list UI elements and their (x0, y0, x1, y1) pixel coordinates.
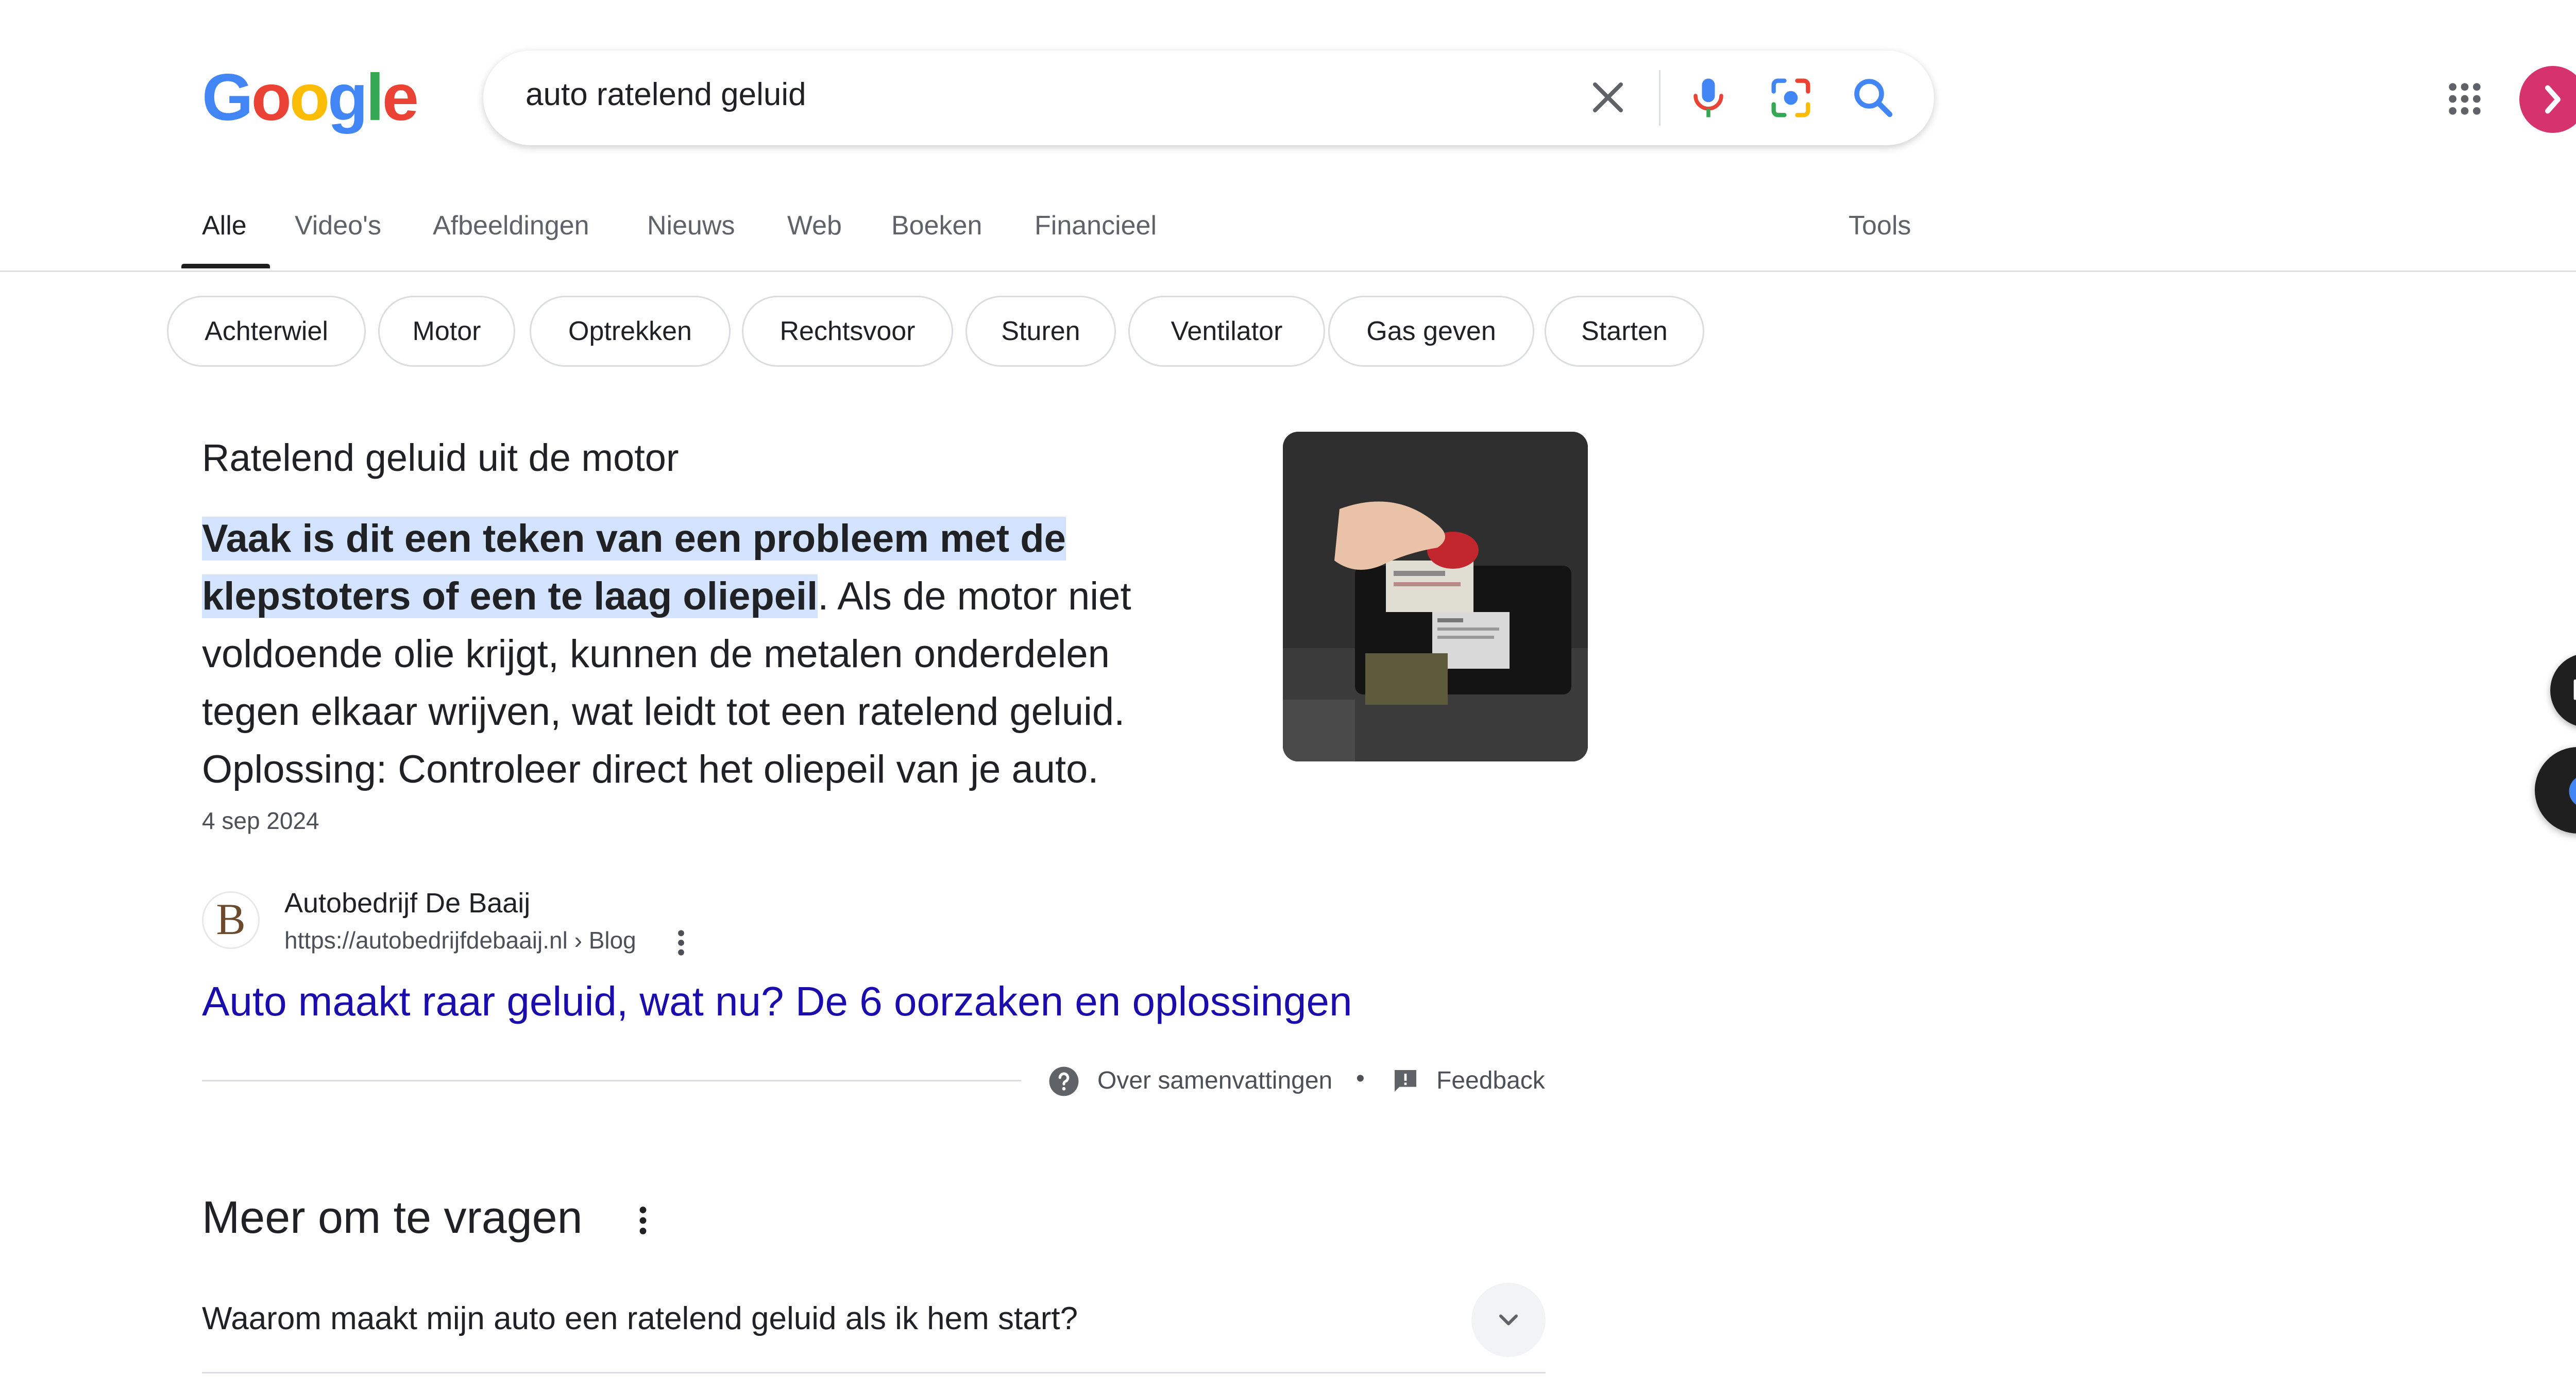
chip-starten[interactable]: Starten (1545, 296, 1704, 367)
more-vert-icon[interactable] (670, 926, 692, 959)
more-vert-icon[interactable] (632, 1202, 654, 1239)
help-icon[interactable] (1048, 1065, 1080, 1097)
snippet-image[interactable] (1283, 432, 1588, 761)
feedback-link[interactable]: Feedback (1436, 1066, 1545, 1095)
snippet-highlight: klepstoters of een te laag oliepeil (202, 574, 818, 618)
favicon-letter: B (216, 894, 246, 944)
snippet-line-3: voldoende olie krijgt, kunnen de metalen… (202, 632, 1110, 676)
snippet-text: . Als de motor niet (818, 574, 1131, 618)
about-summaries-link[interactable]: Over samenvattingen (1097, 1066, 1332, 1095)
avatar[interactable] (2519, 66, 2576, 133)
logo-letter: G (202, 61, 253, 134)
tabs-divider (0, 270, 2576, 272)
car-battery-photo (1283, 432, 1588, 761)
tools-button[interactable]: Tools (1849, 210, 1911, 241)
source-url[interactable]: https://autobedrijfdebaaij.nl › Blog (284, 926, 636, 954)
snippet-highlight: Vaak is dit een teken van een probleem m… (202, 517, 1066, 561)
expand-button[interactable] (1471, 1283, 1546, 1357)
search-box[interactable]: auto ratelend geluid (483, 50, 1934, 145)
snippet-date: 4 sep 2024 (202, 807, 319, 834)
tab-alle[interactable]: Alle (202, 210, 247, 241)
about-divider (202, 1080, 1021, 1081)
tab-afbeeldingen[interactable]: Afbeeldingen (433, 210, 589, 241)
tab-videos[interactable]: Video's (295, 210, 381, 241)
source-favicon[interactable]: B (202, 891, 260, 949)
chip-gas-geven[interactable]: Gas geven (1328, 296, 1534, 367)
source-name[interactable]: Autobedrijf De Baaij (284, 887, 530, 919)
apps-grid-icon[interactable] (2444, 78, 2485, 120)
separator-dot: • (1356, 1065, 1365, 1092)
tab-boeken[interactable]: Boeken (891, 210, 982, 241)
search-icon[interactable] (1849, 73, 1898, 123)
search-input[interactable]: auto ratelend geluid (526, 76, 806, 113)
result-title-link[interactable]: Auto maakt raar geluid, wat nu? De 6 oor… (202, 978, 1352, 1025)
logo-letter: g (327, 61, 368, 134)
google-logo[interactable]: Google (202, 65, 419, 131)
chip-optrekken[interactable]: Optrekken (530, 296, 731, 367)
lens-icon[interactable] (1765, 72, 1817, 124)
feedback-icon[interactable] (1391, 1066, 1420, 1095)
snippet-line-4: tegen elkaar wrijven, wat leidt tot een … (202, 690, 1125, 734)
avatar-mark-icon (2545, 85, 2561, 114)
mic-icon[interactable] (1683, 72, 1734, 124)
active-tab-indicator (181, 264, 270, 268)
reading-mode-button[interactable] (2550, 653, 2576, 727)
logo-letter: l (366, 61, 384, 134)
colorful-brain-icon (2569, 778, 2576, 805)
snippet-line-2: klepstoters of een te laag oliepeil. Als… (202, 568, 1131, 625)
snippet-line-5: Oplossing: Controleer direct het oliepei… (202, 748, 1099, 791)
paa-divider (202, 1372, 1546, 1373)
paa-heading: Meer om te vragen (202, 1192, 583, 1243)
chip-sturen[interactable]: Sturen (965, 296, 1116, 367)
tab-nieuws[interactable]: Nieuws (647, 210, 735, 241)
chip-motor[interactable]: Motor (378, 296, 515, 367)
chip-achterwiel[interactable]: Achterwiel (167, 296, 366, 367)
tab-financieel[interactable]: Financieel (1035, 210, 1157, 241)
paa-question[interactable]: Waarom maakt mijn auto een ratelend gelu… (202, 1300, 1078, 1337)
tab-web[interactable]: Web (787, 210, 842, 241)
snippet-line-1: Vaak is dit een teken van een probleem m… (202, 510, 1066, 568)
close-icon[interactable] (1586, 75, 1630, 120)
chip-rechtsvoor[interactable]: Rechtsvoor (742, 296, 953, 367)
chip-ventilator[interactable]: Ventilator (1128, 296, 1325, 367)
logo-letter: o (289, 61, 330, 134)
snippet-heading: Ratelend geluid uit de motor (202, 436, 679, 479)
book-icon (2573, 679, 2576, 700)
search-divider (1659, 70, 1660, 126)
chevron-down-icon (1499, 1314, 1518, 1326)
extension-button[interactable] (2535, 747, 2576, 834)
logo-letter: o (251, 61, 292, 134)
logo-letter: e (382, 61, 419, 134)
